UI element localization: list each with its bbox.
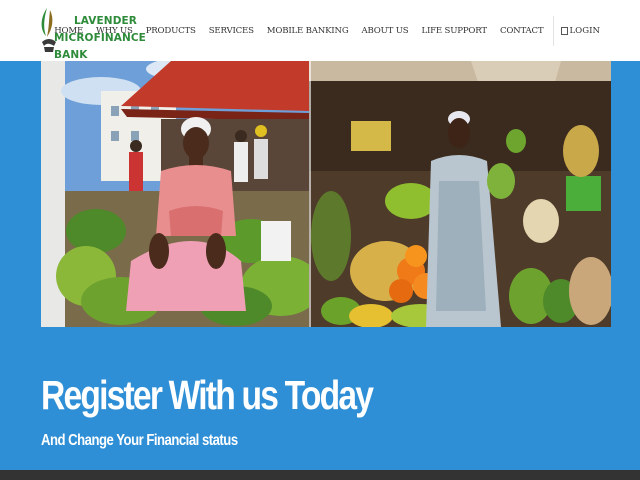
login-icon	[561, 26, 569, 35]
hero-subtitle: And Change Your Financial status	[41, 432, 238, 449]
hero-image	[41, 61, 611, 327]
main-nav: HOME WHY US PRODUCTS SERVICES MOBILE BAN…	[54, 0, 640, 61]
nav-home[interactable]: HOME	[54, 26, 83, 36]
nav-about-us[interactable]: ABOUT US	[362, 26, 409, 36]
nav-contact[interactable]: CONTACT	[500, 26, 544, 36]
hero-title: Register With us Today	[41, 372, 374, 418]
login-link[interactable]: LOGIN	[561, 26, 600, 36]
site-header: LAVENDER MICROFINANCE BANK HOME WHY US P…	[0, 0, 640, 61]
nav-services[interactable]: SERVICES	[209, 26, 254, 36]
nav-divider	[553, 15, 555, 46]
nav-life-support[interactable]: LIFE SUPPORT	[421, 26, 487, 36]
nav-mobile-banking[interactable]: MOBILE BANKING	[267, 26, 349, 36]
nav-products[interactable]: PRODUCTS	[146, 26, 196, 36]
market-vendors-illustration	[41, 61, 611, 327]
login-label: LOGIN	[569, 25, 600, 36]
nav-why-us[interactable]: WHY US	[96, 26, 133, 36]
footer-bar	[0, 470, 640, 480]
